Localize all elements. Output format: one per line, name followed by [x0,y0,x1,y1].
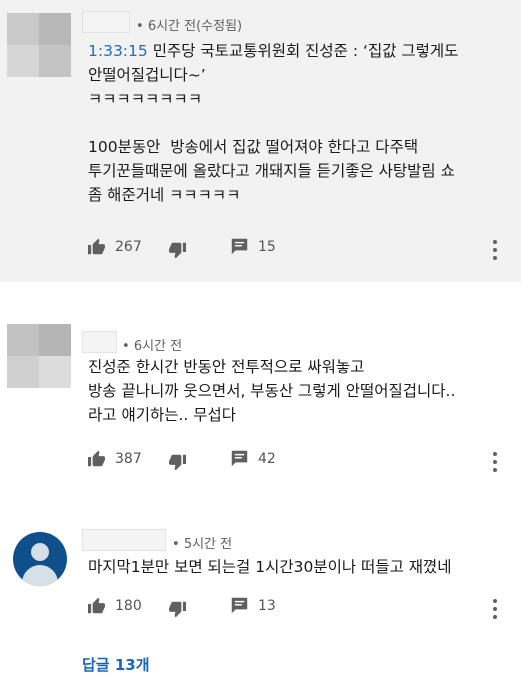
comment-item: • 5시간 전 마지막1분만 보면 되는걸 1시간30분이나 떠들고 재꼈네 1… [0,510,521,640]
thumbs-down-icon [169,454,186,471]
like-button[interactable]: 267 [87,238,142,255]
more-options-button[interactable] [489,599,501,619]
dislike-button[interactable] [168,242,187,259]
timestamp-link[interactable]: 1:33:15 [88,42,148,60]
dislike-button[interactable] [168,454,187,471]
like-count: 267 [115,238,142,255]
reply-count: 13 [258,597,276,614]
thumbs-up-icon [88,238,105,255]
comment-time: 5시간 전 [183,537,233,552]
like-button[interactable]: 180 [87,597,142,614]
comment-text: 진성준 한시간 반동안 전투적으로 싸워놓고 방송 끝나니까 웃으면서, 부동산… [88,358,456,424]
view-replies-link[interactable]: 답글 13개 [82,654,150,675]
author-name-redacted[interactable] [82,11,130,33]
thumbs-up-icon [88,597,105,614]
comment-text: 마지막1분만 보면 되는걸 1시간30분이나 떠들고 재꼈네 [88,558,452,576]
like-count: 387 [115,450,142,467]
reply-comment-icon [231,597,248,614]
like-count: 180 [115,597,142,614]
comment-time: 6시간 전(수정됨) [147,19,243,34]
comment-text: 1:33:15 민주당 국토교통위원회 진성준 : ‘집값 그렇게도 안떨어질겁… [88,42,459,204]
more-options-button[interactable] [489,240,501,260]
more-vertical-icon [493,452,497,456]
more-vertical-icon [493,599,497,603]
reply-comment-icon [231,450,248,467]
reply-count: 15 [258,238,276,255]
more-vertical-icon [493,240,497,244]
dislike-button[interactable] [168,601,187,618]
thumbs-down-icon [169,242,186,259]
reply-button[interactable]: 15 [230,238,276,255]
author-name-redacted[interactable] [82,529,166,551]
default-user-avatar-icon[interactable] [13,532,67,586]
reply-button[interactable]: 42 [230,450,276,467]
avatar[interactable] [7,324,71,388]
more-options-button[interactable] [489,452,501,472]
comment-item: • 6시간 전(수정됨) 1:33:15 민주당 국토교통위원회 진성준 : ‘… [0,0,521,282]
thumbs-down-icon [169,601,186,618]
author-name-redacted[interactable] [82,331,117,353]
comment-time: 6시간 전 [133,339,183,354]
like-button[interactable]: 387 [87,450,142,467]
comment-item: • 6시간 전 진성준 한시간 반동안 전투적으로 싸워놓고 방송 끝나니까 웃… [0,310,521,500]
thumbs-up-icon [88,450,105,467]
reply-count: 42 [258,450,276,467]
reply-button[interactable]: 13 [230,597,276,614]
reply-comment-icon [231,238,248,255]
avatar[interactable] [7,13,71,77]
